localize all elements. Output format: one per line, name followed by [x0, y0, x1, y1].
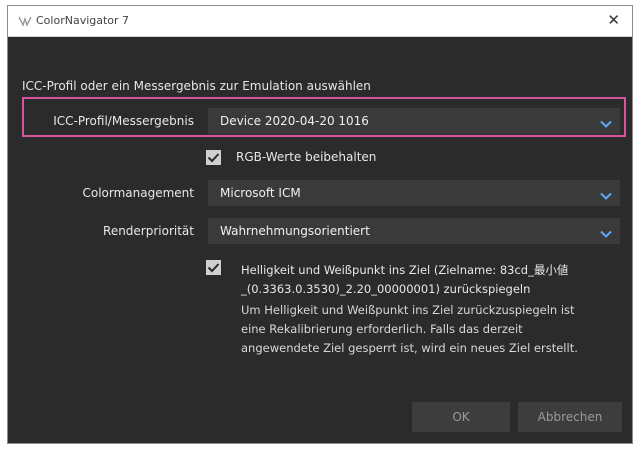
brightness-label-line-1: Helligkeit und Weißpunkt ins Ziel (Zieln…: [241, 263, 569, 277]
brightness-desc-line-3: angewendete Ziel gesperrt ist, wird ein …: [241, 341, 578, 355]
color-management-label: Colormanagement: [82, 186, 194, 200]
color-management-dropdown[interactable]: Microsoft ICM: [208, 180, 620, 206]
render-priority-dropdown[interactable]: Wahrnehmungsorientiert: [208, 218, 620, 244]
profile-label: ICC-Profil/Messergebnis: [53, 114, 194, 128]
profile-value: Device 2020-04-20 1016: [220, 114, 369, 128]
close-icon[interactable]: ✕: [607, 11, 620, 29]
chevron-down-icon: [600, 115, 612, 128]
window-title: ColorNavigator 7: [36, 14, 130, 27]
section-heading: ICC-Profil oder ein Messergebnis zur Emu…: [22, 79, 371, 93]
profile-dropdown[interactable]: Device 2020-04-20 1016: [208, 108, 620, 134]
colornavigator-icon: [18, 15, 32, 27]
brightness-checkbox[interactable]: [206, 260, 221, 275]
render-priority-value: Wahrnehmungsorientiert: [220, 224, 370, 238]
cancel-button[interactable]: Abbrechen: [518, 402, 622, 432]
chevron-down-icon: [600, 225, 612, 238]
brightness-desc-line-1: Um Helligkeit und Weißpunkt ins Ziel zur…: [241, 303, 575, 317]
color-management-value: Microsoft ICM: [220, 186, 301, 200]
title-bar: ColorNavigator 7 ✕: [8, 6, 632, 37]
dialog-window: ColorNavigator 7 ✕ ICC-Profil oder ein M…: [7, 5, 633, 444]
render-priority-label: Renderpriorität: [103, 224, 194, 238]
brightness-desc-line-2: eine Rekalibrierung erforderlich. Falls …: [241, 322, 523, 336]
keep-rgb-label: RGB-Werte beibehalten: [236, 150, 377, 164]
brightness-label-line-2: _(0.3363.0.3530)_2.20_00000001) zurücksp…: [241, 282, 531, 296]
chevron-down-icon: [600, 187, 612, 200]
keep-rgb-checkbox[interactable]: [206, 150, 221, 165]
ok-button[interactable]: OK: [412, 402, 510, 432]
